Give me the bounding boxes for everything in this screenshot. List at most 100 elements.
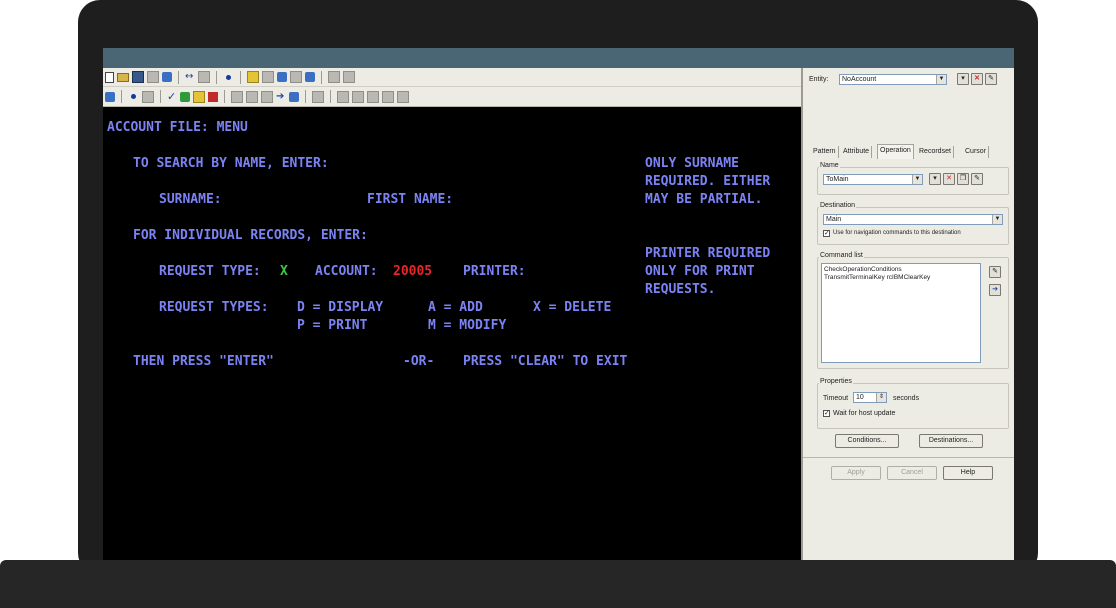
list-icon[interactable]: [142, 90, 154, 103]
or-separator: -OR-: [403, 354, 435, 369]
command-item[interactable]: CheckOperationConditions: [824, 266, 978, 274]
timeout-value: 10: [856, 394, 864, 401]
comment-icon[interactable]: [247, 71, 259, 83]
destination-select[interactable]: Main ▼: [823, 214, 1003, 225]
copy-icon[interactable]: [305, 72, 315, 82]
account-field[interactable]: 20005: [393, 264, 432, 280]
entity-options-icon[interactable]: ▾: [957, 73, 969, 85]
point-icon[interactable]: [131, 94, 136, 99]
chevron-down-icon: ▼: [936, 75, 946, 84]
layout-icon[interactable]: [105, 91, 115, 102]
hint-printer-line1: PRINTER REQUIRED: [645, 246, 771, 261]
terminal-screen[interactable]: ACCOUNT FILE: MENU TO SEARCH BY NAME, EN…: [103, 108, 801, 560]
map-icon[interactable]: [328, 71, 340, 83]
hint-printer-line3: REQUESTS.: [645, 282, 716, 297]
hint-surname-line3: MAY BE PARTIAL.: [645, 192, 763, 207]
export-icon[interactable]: [343, 71, 355, 83]
entity-label: Entity:: [809, 76, 829, 83]
command-list[interactable]: CheckOperationConditions TransmitTermina…: [821, 263, 981, 363]
check-icon[interactable]: ✓: [167, 91, 177, 102]
tab-operation[interactable]: Operation: [877, 144, 914, 159]
navigate-icon[interactable]: ↔: [185, 72, 195, 82]
add-icon[interactable]: [180, 91, 190, 102]
new-file-icon[interactable]: [105, 71, 114, 83]
toolbar-separator: [321, 70, 322, 84]
forward-arrow-icon[interactable]: ➔: [276, 91, 286, 102]
grid-icon[interactable]: [397, 90, 409, 103]
run-icon[interactable]: [193, 90, 205, 103]
request-type-print: P = PRINT: [297, 318, 368, 333]
add-command-icon[interactable]: ✎: [989, 266, 1001, 278]
settings-icon[interactable]: [382, 90, 394, 103]
edit-operation-icon[interactable]: ✎: [971, 173, 983, 185]
copy-operation-icon[interactable]: ❐: [957, 173, 969, 185]
toolbar-separator: [121, 90, 122, 103]
edit-icon[interactable]: ✎: [985, 73, 997, 85]
command-item[interactable]: TransmitTerminalKey rcIBMClearKey: [824, 274, 978, 282]
request-types-label: REQUEST TYPES:: [159, 300, 269, 315]
tools-icon[interactable]: [337, 90, 349, 103]
add-operation-icon[interactable]: ▾: [929, 173, 941, 185]
toolbar-separator: [178, 70, 179, 84]
timeout-label: Timeout: [823, 395, 849, 402]
printer-label: PRINTER:: [463, 264, 526, 279]
terminal-icon[interactable]: [289, 91, 299, 102]
tab-pattern[interactable]: Pattern: [811, 146, 839, 158]
laptop-base: [0, 560, 1116, 608]
step-over-icon[interactable]: [261, 90, 273, 103]
help-button[interactable]: Help: [943, 466, 993, 480]
cancel-button[interactable]: Cancel: [887, 466, 937, 480]
tab-recordset[interactable]: Recordset: [917, 146, 954, 158]
secondary-toolbar: ✓ ➔: [103, 87, 801, 107]
help-icon[interactable]: [367, 90, 379, 103]
entity-icon[interactable]: [277, 72, 287, 82]
open-folder-icon[interactable]: [117, 72, 129, 82]
properties-panel: Entity: NoAccount ▼ ▾ ✕ ✎ Pattern Attrib…: [801, 68, 1014, 560]
wait-host-update-label: Wait for host update: [833, 410, 896, 417]
wait-host-update-checkbox[interactable]: ✓: [823, 410, 830, 417]
request-type-modify: M = MODIFY: [428, 318, 507, 333]
main-toolbar: ↔: [103, 68, 801, 87]
record-command-icon[interactable]: ➔: [989, 284, 1001, 296]
name-select[interactable]: ToMain ▼: [823, 174, 923, 185]
first-name-label: FIRST NAME:: [367, 192, 454, 207]
name-group-label: Name: [819, 162, 840, 169]
chevron-down-icon: ▼: [992, 215, 1002, 224]
destination-group: [817, 207, 1009, 245]
delete-operation-icon[interactable]: ✕: [943, 173, 955, 185]
spinner-arrows-icon[interactable]: ⇕: [876, 393, 886, 402]
properties-icon[interactable]: [162, 72, 172, 82]
variable-icon[interactable]: [262, 71, 274, 83]
destinations-button[interactable]: Destinations...: [919, 434, 983, 448]
record-dot-icon[interactable]: [226, 74, 231, 80]
screens-icon[interactable]: [198, 71, 210, 83]
stop-icon[interactable]: [208, 91, 218, 102]
conditions-button[interactable]: Conditions...: [835, 434, 899, 448]
save-as-icon[interactable]: [147, 71, 159, 83]
hint-surname-line2: REQUIRED. EITHER: [645, 174, 771, 189]
print-icon[interactable]: [231, 90, 243, 103]
toolbar-separator: [240, 70, 241, 84]
surname-label: SURNAME:: [159, 192, 222, 207]
screen-title: ACCOUNT FILE: MENU: [107, 120, 248, 135]
table-icon[interactable]: [290, 71, 302, 83]
request-type-display: D = DISPLAY: [297, 300, 384, 315]
keyboard-icon[interactable]: [312, 90, 324, 103]
apply-button[interactable]: Apply: [831, 466, 881, 480]
window-titlebar: [103, 48, 1014, 68]
pointer-icon[interactable]: [352, 90, 364, 103]
request-type-field[interactable]: X: [280, 264, 288, 280]
delete-icon[interactable]: ✕: [971, 73, 983, 85]
timeout-spinner[interactable]: 10 ⇕: [853, 392, 887, 403]
destination-group-label: Destination: [819, 202, 857, 209]
properties-group: [817, 383, 1009, 429]
tab-cursor[interactable]: Cursor: [963, 146, 990, 158]
use-navigation-checkbox[interactable]: ✓: [823, 230, 830, 237]
use-navigation-label: Use for navigation commands to this dest…: [833, 230, 961, 236]
toolbar-separator: [216, 70, 217, 84]
save-icon[interactable]: [132, 71, 144, 83]
step-icon[interactable]: [246, 90, 258, 103]
hint-surname-line1: ONLY SURNAME: [645, 156, 739, 171]
entity-select[interactable]: NoAccount ▼: [839, 74, 947, 85]
tab-attribute[interactable]: Attribute: [841, 146, 873, 158]
